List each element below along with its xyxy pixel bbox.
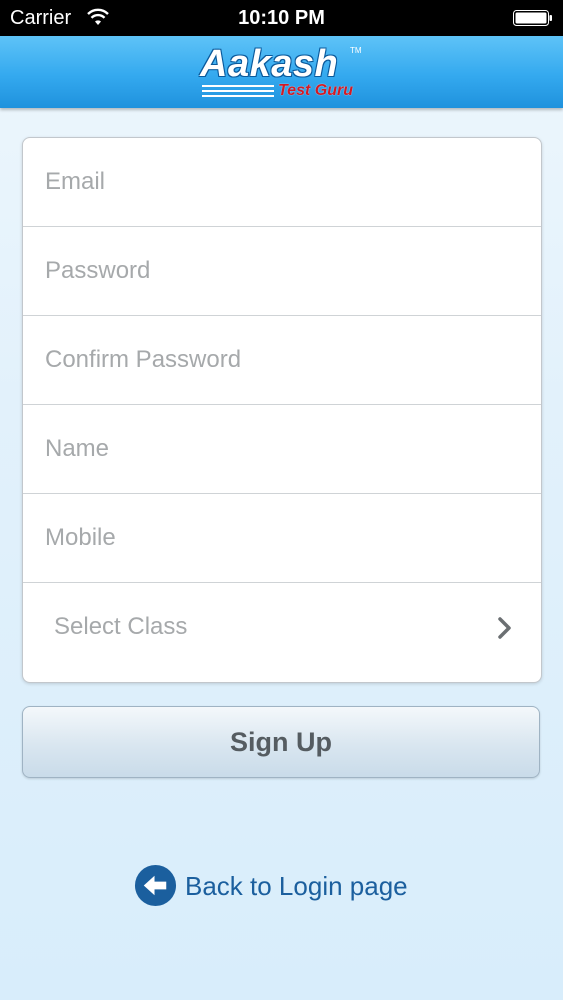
select-class-row[interactable]: Select Class	[23, 583, 541, 682]
clock: 10:10 PM	[238, 7, 325, 29]
select-class-label: Select Class	[54, 613, 188, 640]
back-arrow-icon	[134, 864, 177, 907]
mobile-field[interactable]	[45, 494, 515, 582]
name-field[interactable]	[45, 405, 515, 493]
app-logo: Aakash TM Test Guru	[200, 44, 365, 104]
password-field[interactable]	[45, 227, 515, 315]
logo-subtitle: Test Guru	[278, 82, 353, 99]
mobile-row	[23, 494, 541, 583]
back-to-login-link[interactable]: Back to Login page	[134, 864, 454, 908]
back-to-login-label: Back to Login page	[185, 871, 408, 901]
sign-up-button[interactable]: Sign Up	[22, 706, 540, 778]
confirm-password-field[interactable]	[45, 316, 515, 404]
name-row	[23, 405, 541, 494]
password-row	[23, 227, 541, 316]
battery-icon	[513, 10, 552, 26]
email-field[interactable]	[45, 138, 515, 226]
logo-trademark: TM	[350, 46, 362, 55]
signup-form: Select Class	[22, 137, 542, 683]
status-bar: Carrier 10:10 PM	[0, 0, 563, 36]
confirm-password-row	[23, 316, 541, 405]
logo-title: Aakash	[200, 43, 339, 85]
logo-stripes-icon	[202, 85, 274, 97]
email-row	[23, 138, 541, 227]
chevron-right-icon	[498, 617, 511, 639]
